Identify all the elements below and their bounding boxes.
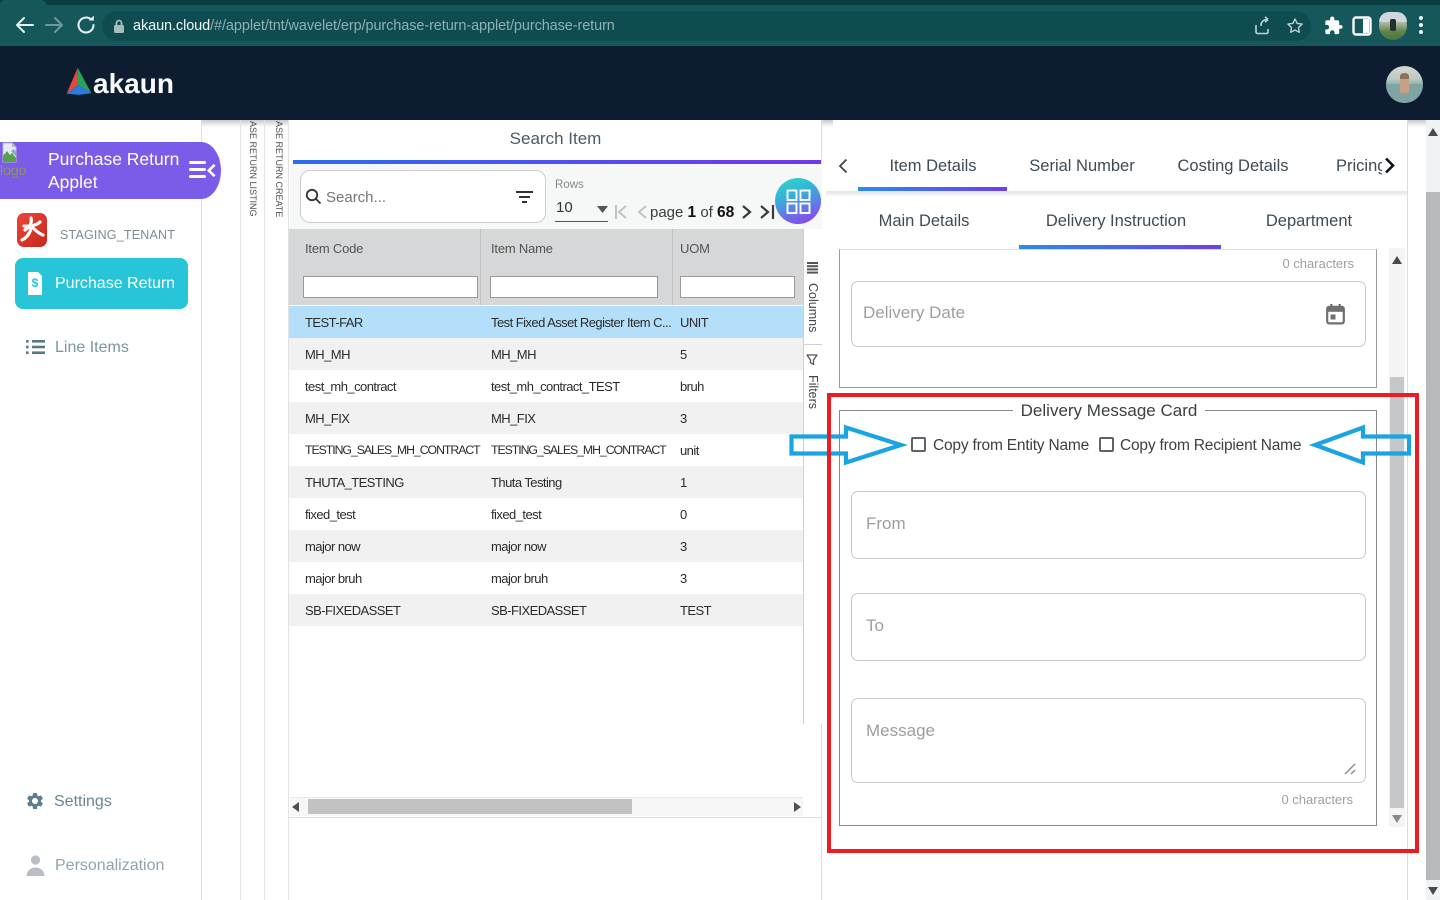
- svg-text:$: $: [32, 276, 39, 290]
